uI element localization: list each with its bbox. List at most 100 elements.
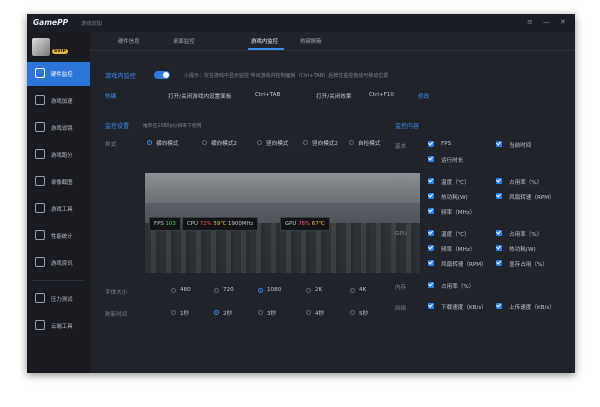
font-radio-4k[interactable] — [350, 288, 355, 293]
option-runtime[interactable]: 运行时长 — [441, 156, 463, 164]
font-radio-720[interactable] — [214, 288, 219, 293]
refresh-radio-1[interactable] — [171, 310, 176, 315]
close-icon[interactable]: ✕ — [560, 18, 566, 26]
sidebar-item-label: 游戏滤镜 — [51, 126, 73, 132]
sidebar-item-label: 游戏跑分 — [51, 153, 73, 159]
option-gpu-power[interactable]: 热功耗(W) — [509, 245, 536, 253]
option-gpu-temp[interactable]: 温度（℃） — [441, 230, 470, 238]
option-cpu-usage[interactable]: 占用率（%） — [509, 178, 542, 186]
sidebar-item-label: 硬件监控 — [51, 72, 73, 78]
sidebar-item-performance-stats[interactable]: 性能统计 — [27, 224, 90, 248]
sidebar-item-game-filter[interactable]: 游戏滤镜 — [27, 116, 90, 140]
tab-bar: 硬件信息 桌面监控 游戏内监控 热键屏蔽 — [90, 32, 575, 51]
checkbox-cpu-fan[interactable] — [496, 193, 502, 199]
sidebar-item-cloud-tools[interactable]: 云端工具 — [27, 314, 90, 338]
refresh-radio-5[interactable] — [350, 310, 355, 315]
option-cpu-fan[interactable]: 风扇转速（RPM） — [509, 193, 555, 201]
monitor-toggle[interactable] — [154, 71, 170, 79]
option-download-speed[interactable]: 下载速度（KB/s） — [441, 303, 487, 311]
style-radio-4[interactable] — [303, 140, 308, 145]
option-vram-usage[interactable]: 显存占用（%） — [509, 260, 548, 268]
checkbox-current-time[interactable] — [496, 141, 502, 147]
checkbox-gpu-usage[interactable] — [496, 230, 502, 236]
content-title: 监控内容 — [395, 123, 420, 130]
main-content: 游戏内监控 小提示：仅在游戏中显示监控 呼出游戏内控制面板（Ctrl+TAB）后… — [90, 51, 575, 373]
tab-hardware-info[interactable]: 硬件信息 — [118, 37, 140, 45]
tab-desktop-monitor[interactable]: 桌面监控 — [173, 37, 195, 45]
refresh-radio-2[interactable] — [214, 310, 219, 315]
option-upload-speed[interactable]: 上传速度（KB/s） — [509, 303, 555, 311]
panel-hotkey-value[interactable]: Ctrl+TAB — [255, 92, 280, 98]
font-option-1080[interactable]: 1080 — [267, 287, 281, 293]
refresh-radio-4[interactable] — [306, 310, 311, 315]
font-radio-480[interactable] — [171, 288, 176, 293]
checkbox-cpu-power[interactable] — [428, 193, 434, 199]
style-option-3[interactable]: 竖向模式 — [266, 139, 288, 147]
osd-gpu-temp: 67℃ — [311, 221, 325, 227]
checkbox-download-speed[interactable] — [428, 303, 434, 309]
font-option-720[interactable]: 720 — [223, 287, 234, 293]
font-option-4k[interactable]: 4K — [359, 287, 366, 293]
option-gpu-fan[interactable]: 风扇转速（RPM） — [441, 260, 487, 268]
checkbox-upload-speed[interactable] — [496, 303, 502, 309]
effect-hotkey-value[interactable]: Ctrl+F10 — [369, 92, 394, 98]
tab-hotkey-block[interactable]: 热键屏蔽 — [300, 37, 322, 45]
checkbox-gpu-freq[interactable] — [428, 245, 434, 251]
sidebar-item-stress-test[interactable]: 压力测试 — [27, 287, 90, 311]
font-option-2k[interactable]: 2K — [315, 287, 322, 293]
option-cpu-freq[interactable]: 频率（MHz） — [441, 208, 475, 216]
refresh-option-3[interactable]: 3秒 — [267, 309, 276, 317]
checkbox-vram-usage[interactable] — [496, 260, 502, 266]
style-option-4[interactable]: 竖向模式2 — [312, 139, 338, 147]
menu-icon[interactable]: ≡ — [527, 18, 533, 26]
refresh-option-5[interactable]: 5秒 — [359, 309, 368, 317]
style-option-1[interactable]: 横向模式 — [156, 139, 178, 147]
style-radio-2[interactable] — [202, 140, 207, 145]
osd-gpu-box: GPU 78% 67℃ — [280, 217, 330, 231]
style-radio-3[interactable] — [257, 140, 262, 145]
sidebar-item-hardware-monitor[interactable]: 硬件监控 — [27, 62, 90, 86]
option-current-time[interactable]: 当前时间 — [509, 141, 531, 149]
effect-hotkey-label: 打开/关闭效果 — [316, 94, 352, 100]
checkbox-memory-usage[interactable] — [428, 282, 434, 288]
style-option-5[interactable]: 自检模式 — [358, 139, 380, 147]
sidebar-item-game-news[interactable]: 游戏资讯 — [27, 251, 90, 275]
sidebar-item-game-boost[interactable]: 游戏加速 — [27, 89, 90, 113]
stress-test-icon — [35, 293, 45, 303]
option-gpu-usage[interactable]: 占用率（%） — [509, 230, 542, 238]
refresh-option-2[interactable]: 2秒 — [223, 309, 232, 317]
option-gpu-freq[interactable]: 频率（MHz） — [441, 245, 475, 253]
checkbox-runtime[interactable] — [428, 156, 434, 162]
active-tab-indicator — [248, 48, 284, 50]
checkbox-gpu-power[interactable] — [496, 245, 502, 251]
checkbox-gpu-fan[interactable] — [428, 260, 434, 266]
checkbox-cpu-usage[interactable] — [496, 178, 502, 184]
minimize-icon[interactable]: — — [543, 18, 550, 26]
font-option-480[interactable]: 480 — [180, 287, 191, 293]
style-radio-1[interactable] — [147, 140, 152, 145]
sidebar-item-game-tools[interactable]: 游戏工具 — [27, 197, 90, 221]
sidebar-item-recording[interactable]: 录像截图 — [27, 170, 90, 194]
osd-cpu-label: CPU — [187, 221, 198, 227]
sidebar-item-benchmark[interactable]: 游戏跑分 — [27, 143, 90, 167]
checkbox-cpu-temp[interactable] — [428, 178, 434, 184]
font-radio-2k[interactable] — [306, 288, 311, 293]
style-option-2[interactable]: 横向模式2 — [211, 139, 237, 147]
checkbox-fps[interactable] — [428, 141, 434, 147]
font-radio-1080[interactable] — [258, 288, 263, 293]
refresh-option-1[interactable]: 1秒 — [180, 309, 189, 317]
option-fps[interactable]: FPS — [441, 141, 451, 147]
option-cpu-power[interactable]: 热功耗(W) — [441, 193, 468, 201]
toggle-knob — [163, 72, 169, 78]
checkbox-gpu-temp[interactable] — [428, 230, 434, 236]
refresh-radio-3[interactable] — [258, 310, 263, 315]
option-memory-usage[interactable]: 占用率（%） — [441, 282, 474, 290]
gpu-label: GPU — [395, 231, 407, 237]
checkbox-cpu-freq[interactable] — [428, 208, 434, 214]
avatar[interactable] — [32, 38, 50, 56]
option-cpu-temp[interactable]: 温度（℃） — [441, 178, 470, 186]
modify-hotkey-link[interactable]: 修改 — [418, 92, 429, 100]
style-radio-5[interactable] — [349, 140, 354, 145]
tab-ingame-monitor[interactable]: 游戏内监控 — [251, 37, 278, 45]
refresh-option-4[interactable]: 4秒 — [315, 309, 324, 317]
